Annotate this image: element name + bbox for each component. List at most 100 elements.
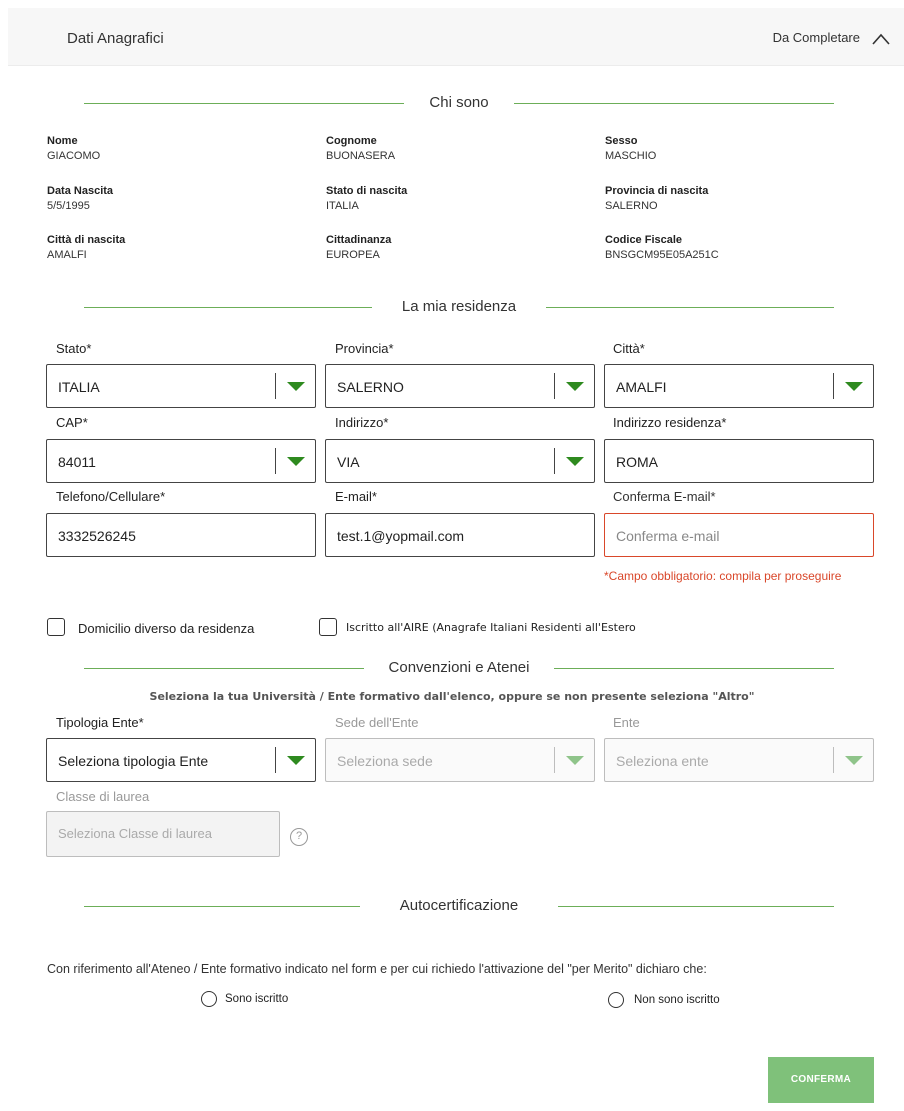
sono-iscritto-radio[interactable]: [201, 991, 217, 1007]
info-codice-fiscale: Codice Fiscale BNSGCM95E05A251C: [605, 233, 719, 263]
status-label: Da Completare: [772, 30, 860, 45]
tipologia-ente-placeholder: Seleziona tipologia Ente: [58, 753, 209, 769]
conferma-email-placeholder: Conferma e-mail: [616, 528, 720, 544]
info-label: Cognome: [326, 135, 377, 147]
section-label: La mia residenza: [387, 298, 531, 315]
caret-down-icon: [287, 756, 305, 765]
stato-value: ITALIA: [58, 379, 100, 395]
email-value: test.1@yopmail.com: [337, 528, 465, 544]
sono-iscritto-label[interactable]: Sono iscritto: [225, 993, 288, 1005]
ente-placeholder: Seleziona ente: [616, 753, 709, 769]
section-separator-chi-sono: Chi sono: [84, 93, 834, 113]
domicilio-checkbox[interactable]: [47, 618, 65, 636]
section-separator-residenza: La mia residenza: [84, 297, 834, 317]
caret-down-icon: [566, 382, 584, 391]
info-value: AMALFI: [47, 249, 87, 261]
info-cittadinanza: Cittadinanza EUROPEA: [326, 233, 391, 263]
info-data-nascita: Data Nascita 5/5/1995: [47, 184, 113, 214]
citta-select[interactable]: AMALFI: [604, 364, 874, 408]
caret-down-icon: [566, 756, 584, 765]
indirizzo-residenza-value: ROMA: [616, 454, 658, 470]
info-provincia-nascita: Provincia di nascita SALERNO: [605, 184, 708, 214]
non-sono-iscritto-label[interactable]: Non sono iscritto: [634, 994, 720, 1006]
tipologia-ente-select[interactable]: Seleziona tipologia Ente: [46, 738, 316, 782]
provincia-select[interactable]: SALERNO: [325, 364, 595, 408]
non-sono-iscritto-radio[interactable]: [608, 992, 624, 1008]
telefono-input[interactable]: 3332526245: [46, 513, 316, 557]
telefono-value: 3332526245: [58, 528, 136, 544]
caret-down-icon: [845, 382, 863, 391]
chevron-up-icon[interactable]: [872, 32, 890, 46]
aire-checkbox[interactable]: [319, 618, 337, 636]
cap-value: 84011: [58, 454, 96, 470]
info-value: SALERNO: [605, 200, 658, 212]
section-separator-autocertificazione: Autocertificazione: [84, 896, 834, 916]
conferma-email-input[interactable]: Conferma e-mail: [604, 513, 874, 557]
citta-value: AMALFI: [616, 379, 667, 395]
info-label: Cittadinanza: [326, 234, 392, 246]
autocert-text: Con riferimento all'Ateneo / Ente format…: [47, 962, 707, 976]
provincia-label: Provincia*: [335, 341, 394, 356]
indirizzo-residenza-label: Indirizzo residenza*: [613, 415, 727, 430]
info-stato-nascita: Stato di nascita ITALIA: [326, 184, 407, 214]
caret-down-icon: [287, 457, 305, 466]
section-separator-convenzioni: Convenzioni e Atenei: [84, 658, 834, 678]
sede-ente-placeholder: Seleziona sede: [337, 753, 433, 769]
caret-down-icon: [566, 457, 584, 466]
indirizzo-select[interactable]: VIA: [325, 439, 595, 483]
info-value: MASCHIO: [605, 150, 657, 162]
convenzioni-note: Seleziona la tua Università / Ente forma…: [149, 690, 755, 703]
info-value: 5/5/1995: [47, 200, 90, 212]
info-label: Codice Fiscale: [605, 234, 683, 246]
info-label: Provincia di nascita: [605, 185, 709, 197]
section-header[interactable]: Dati Anagrafici Da Completare: [8, 8, 904, 66]
caret-down-icon: [845, 756, 863, 765]
info-value: GIACOMO: [47, 150, 101, 162]
telefono-label: Telefono/Cellulare*: [56, 489, 166, 504]
conferma-email-error: *Campo obbligatorio: compila per prosegu…: [604, 569, 842, 583]
indirizzo-label: Indirizzo*: [335, 415, 389, 430]
domicilio-checkbox-label[interactable]: Domicilio diverso da residenza: [78, 621, 254, 636]
provincia-value: SALERNO: [337, 379, 404, 395]
info-value: ITALIA: [326, 200, 359, 212]
email-label: E-mail*: [335, 489, 377, 504]
info-label: Data Nascita: [47, 185, 114, 197]
info-cognome: Cognome BUONASERA: [326, 134, 395, 164]
help-icon[interactable]: ?: [290, 828, 308, 846]
info-citta-nascita: Città di nascita AMALFI: [47, 233, 125, 263]
section-label: Chi sono: [415, 94, 503, 111]
caret-down-icon: [287, 382, 305, 391]
classe-laurea-label: Classe di laurea: [56, 789, 150, 804]
section-title: Dati Anagrafici: [67, 30, 164, 47]
ente-select[interactable]: Seleziona ente: [604, 738, 874, 782]
info-value: EUROPEA: [326, 249, 380, 261]
info-value: BNSGCM95E05A251C: [605, 249, 719, 261]
ente-label: Ente: [613, 715, 640, 730]
info-label: Sesso: [605, 135, 638, 147]
stato-label: Stato*: [56, 341, 92, 356]
info-value: BUONASERA: [326, 150, 396, 162]
info-sesso: Sesso MASCHIO: [605, 134, 656, 164]
info-label: Città di nascita: [47, 234, 126, 246]
classe-laurea-placeholder: Seleziona Classe di laurea: [58, 826, 212, 841]
indirizzo-value: VIA: [337, 454, 360, 470]
aire-checkbox-label[interactable]: Iscritto all'AIRE (Anagrafe Italiani Res…: [346, 621, 636, 634]
classe-laurea-select[interactable]: Seleziona Classe di laurea: [46, 811, 280, 857]
cap-label: CAP*: [56, 415, 88, 430]
sede-ente-label: Sede dell'Ente: [335, 715, 419, 730]
tipologia-ente-label: Tipologia Ente*: [56, 715, 144, 730]
section-label: Convenzioni e Atenei: [374, 659, 544, 676]
conferma-email-label: Conferma E-mail*: [613, 489, 716, 504]
info-nome: Nome GIACOMO: [47, 134, 100, 164]
page: Dati Anagrafici Da Completare Chi sono N…: [0, 0, 904, 1111]
citta-label: Città*: [613, 341, 645, 356]
cap-select[interactable]: 84011: [46, 439, 316, 483]
sede-ente-select[interactable]: Seleziona sede: [325, 738, 595, 782]
stato-select[interactable]: ITALIA: [46, 364, 316, 408]
info-label: Nome: [47, 135, 78, 147]
conferma-button[interactable]: CONFERMA: [768, 1057, 874, 1103]
email-input[interactable]: test.1@yopmail.com: [325, 513, 595, 557]
section-label: Autocertificazione: [385, 897, 533, 914]
indirizzo-residenza-input[interactable]: ROMA: [604, 439, 874, 483]
info-label: Stato di nascita: [326, 185, 408, 197]
